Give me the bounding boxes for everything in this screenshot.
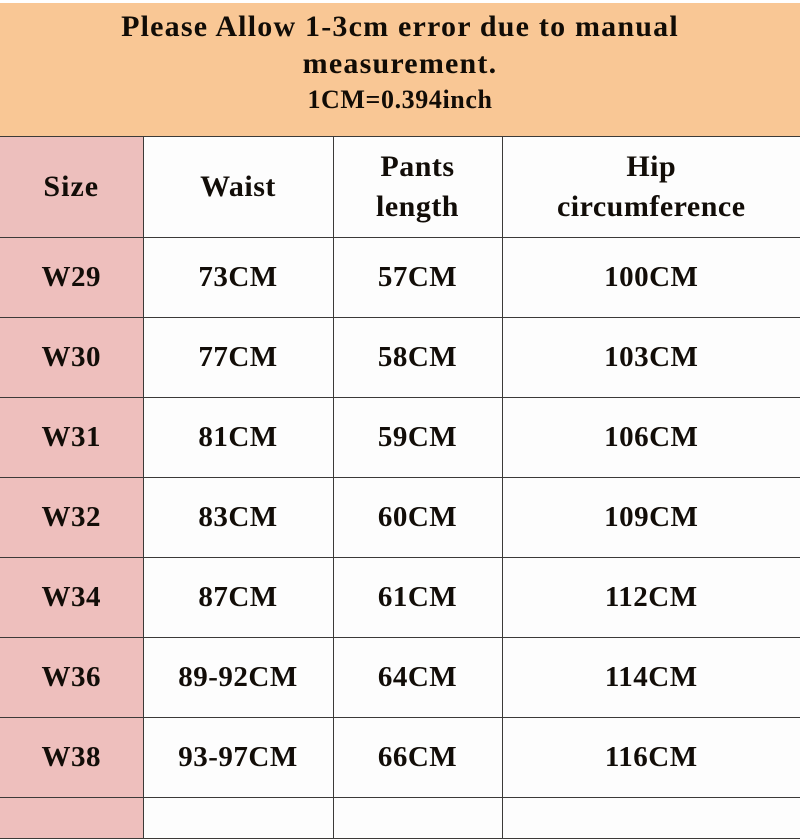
cell-pants-length: 61CM	[333, 558, 502, 638]
column-header-waist: Waist	[143, 137, 333, 238]
cell-size: W31	[0, 398, 143, 478]
cell-size: W36	[0, 638, 143, 718]
cell-waist: 93-97CM	[143, 718, 333, 798]
cell-size-partial	[0, 798, 143, 839]
cell-pants-length: 66CM	[333, 718, 502, 798]
cell-pants-length: 58CM	[333, 318, 502, 398]
cell-size: W29	[0, 238, 143, 318]
cell-waist: 81CM	[143, 398, 333, 478]
size-chart-table: Size Waist Pants length Hip circumferenc…	[0, 136, 800, 839]
table-row: W34 87CM 61CM 112CM	[0, 558, 800, 638]
column-header-pants-length-line1: Pants	[334, 147, 502, 187]
cell-pants-length: 64CM	[333, 638, 502, 718]
notice-line-3: 1CM=0.394inch	[16, 83, 784, 117]
notice-line-1: Please Allow 1-3cm error due to manual	[16, 9, 784, 45]
table-row: W29 73CM 57CM 100CM	[0, 238, 800, 318]
column-header-pants-length-line2: length	[334, 187, 502, 227]
size-chart-page: Please Allow 1-3cm error due to manual m…	[0, 0, 800, 800]
cell-waist: 83CM	[143, 478, 333, 558]
table-row: W36 89-92CM 64CM 114CM	[0, 638, 800, 718]
table-row: W30 77CM 58CM 103CM	[0, 318, 800, 398]
column-header-hip-circumference: Hip circumference	[502, 137, 800, 238]
column-header-hip-line2: circumference	[503, 187, 800, 227]
cell-hip-circumference: 114CM	[502, 638, 800, 718]
table-row-partial	[0, 798, 800, 839]
measurement-notice: Please Allow 1-3cm error due to manual m…	[0, 3, 800, 136]
cell-hip-circumference: 106CM	[502, 398, 800, 478]
cell-waist: 89-92CM	[143, 638, 333, 718]
cell-waist: 73CM	[143, 238, 333, 318]
cell-hip-circumference: 100CM	[502, 238, 800, 318]
cell-pants-length: 59CM	[333, 398, 502, 478]
cell-size: W30	[0, 318, 143, 398]
notice-line-2: measurement.	[16, 45, 784, 83]
column-header-pants-length: Pants length	[333, 137, 502, 238]
cell-hip-circumference: 103CM	[502, 318, 800, 398]
cell-size: W38	[0, 718, 143, 798]
column-header-hip-line1: Hip	[503, 147, 800, 187]
table-row: W32 83CM 60CM 109CM	[0, 478, 800, 558]
table-row: W38 93-97CM 66CM 116CM	[0, 718, 800, 798]
cell-waist: 87CM	[143, 558, 333, 638]
cell-hip-circumference: 109CM	[502, 478, 800, 558]
cell-waist: 77CM	[143, 318, 333, 398]
cell-size: W32	[0, 478, 143, 558]
table-row: W31 81CM 59CM 106CM	[0, 398, 800, 478]
cell-hip-circumference-partial	[502, 798, 800, 839]
cell-pants-length-partial	[333, 798, 502, 839]
cell-hip-circumference: 116CM	[502, 718, 800, 798]
cell-pants-length: 60CM	[333, 478, 502, 558]
cell-hip-circumference: 112CM	[502, 558, 800, 638]
table-header-row: Size Waist Pants length Hip circumferenc…	[0, 137, 800, 238]
column-header-size: Size	[0, 137, 143, 238]
cell-size: W34	[0, 558, 143, 638]
cell-pants-length: 57CM	[333, 238, 502, 318]
cell-waist-partial	[143, 798, 333, 839]
